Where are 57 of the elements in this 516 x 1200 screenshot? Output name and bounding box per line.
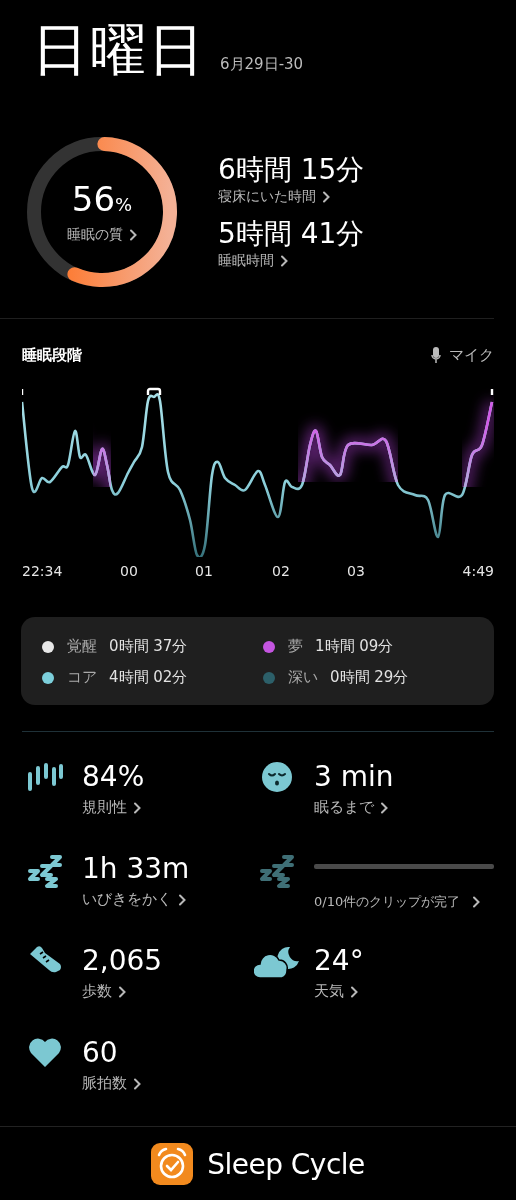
- stat-value: 84%: [82, 760, 146, 794]
- time-label: 02: [272, 563, 290, 579]
- sleeping-face-icon: [262, 762, 292, 792]
- stat-link[interactable]: いびきをかく: [82, 890, 254, 909]
- time-label: 01: [195, 563, 213, 579]
- chevron-icon: [178, 893, 186, 906]
- shoe-icon: [28, 946, 62, 974]
- duration-value: 5時間 41分: [218, 218, 365, 250]
- app-logo-icon: [151, 1143, 194, 1185]
- stage-duration: 4時間 02分: [109, 668, 188, 687]
- cloud-moon-icon: [254, 946, 300, 980]
- date-range: 6月29日-30: [220, 55, 304, 75]
- day-title: 日曜日: [32, 20, 206, 80]
- stage-name: コア: [67, 668, 97, 687]
- duration-link[interactable]: 睡眠時間: [218, 252, 288, 270]
- stat-link[interactable]: 眠るまで: [314, 798, 494, 817]
- chevron-icon: [133, 1077, 141, 1090]
- chevron-icon: [280, 255, 288, 267]
- stat-link[interactable]: 歩数: [82, 982, 254, 1001]
- duration-value: 6時間 15分: [218, 154, 365, 186]
- time-label: 4:49: [462, 563, 494, 579]
- app-name: Sleep Cycle: [207, 1147, 365, 1181]
- microphone-link[interactable]: マイク: [431, 345, 494, 365]
- chevron-icon: [129, 229, 137, 241]
- section-title: 睡眠段階: [22, 345, 82, 365]
- snore-icon: [259, 854, 295, 888]
- chevron-icon: [322, 191, 330, 203]
- chevron-icon: [472, 896, 481, 908]
- stat-link[interactable]: 脈拍数: [82, 1074, 254, 1093]
- time-label: 22:34: [22, 563, 63, 579]
- stage-name: 深い: [288, 668, 318, 687]
- chevron-icon: [350, 985, 358, 998]
- bars-icon: [27, 762, 63, 792]
- stat-value: 24°: [314, 944, 365, 978]
- stat-value: 1h 33m: [82, 852, 191, 886]
- stage-duration: 0時間 37分: [109, 637, 188, 656]
- duration-link[interactable]: 寝床にいた時間: [218, 188, 330, 206]
- stage-name: 覚醒: [67, 637, 97, 656]
- stat-value: 3 min: [314, 760, 395, 794]
- stage-duration: 0時間 29分: [330, 668, 409, 687]
- stat-link[interactable]: 天気: [314, 982, 494, 1001]
- stat-link[interactable]: 規則性: [82, 798, 254, 817]
- chevron-icon: [380, 801, 388, 814]
- heart-icon: [28, 1038, 62, 1068]
- stage-name: 夢: [288, 637, 303, 656]
- quality-link[interactable]: 睡眠の質: [67, 226, 137, 244]
- snore-icon: [27, 854, 63, 888]
- stat-value: 2,065: [82, 944, 164, 978]
- stage-duration: 1時間 09分: [315, 637, 394, 656]
- quality-score: 56%: [71, 180, 133, 221]
- time-label: 00: [120, 563, 138, 579]
- microphone-icon: [431, 346, 441, 364]
- clips-link[interactable]: 0/10件のクリップが完了: [314, 893, 494, 911]
- chevron-icon: [133, 801, 141, 814]
- time-label: 03: [347, 563, 365, 579]
- chevron-icon: [118, 985, 126, 998]
- stat-value: 60: [82, 1036, 119, 1070]
